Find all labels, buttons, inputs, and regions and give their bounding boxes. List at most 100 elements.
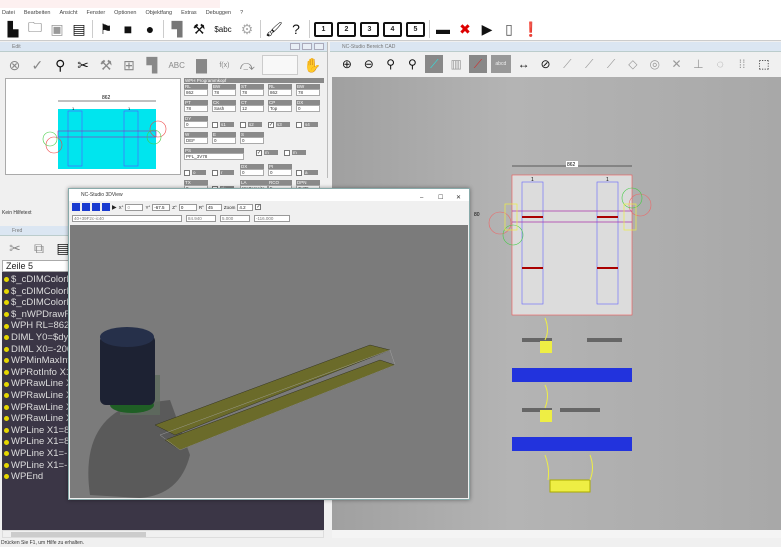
program-field[interactable]: 40+39F2c-ic40 [72,214,182,222]
checkbox[interactable] [184,170,190,176]
close-button[interactable] [314,43,324,50]
option-checkbox[interactable]: ✓ [255,204,262,210]
checkbox[interactable] [284,150,290,156]
snap-midpoint-icon[interactable]: ⟋ [580,55,598,73]
camera-icon[interactable]: ■ [119,20,137,38]
menu-objektfang[interactable]: Objektfang [145,10,172,16]
copy-icon[interactable]: ⧉ [30,239,48,257]
field-input[interactable]: 0 [296,105,320,112]
new-file-icon[interactable]: ▙ [4,20,22,38]
cancel-icon[interactable]: ⊗ [6,56,23,74]
save-icon[interactable]: ▣ [48,20,66,38]
bomb-icon[interactable]: ● [141,20,159,38]
zoom-out-icon[interactable]: ⊖ [360,55,378,73]
3d-box-icon[interactable]: ⬚ [755,55,773,73]
field-input[interactable]: 862 [184,89,208,96]
field-input[interactable]: 862 [268,89,292,96]
text-variable-button[interactable]: $abc [212,20,234,38]
snap-tangent-icon[interactable]: ◌ [711,55,729,73]
snap-perpendicular-icon[interactable]: ⊥ [689,55,707,73]
hand-stop-icon[interactable]: ✋ [304,56,321,74]
menu-fenster[interactable]: Fenster [87,10,106,16]
field-input[interactable]: Top [268,105,292,112]
view-mode-1-icon[interactable] [72,203,80,211]
play-icon[interactable]: ▶ [112,204,117,211]
cad-horizontal-scrollbar[interactable] [332,530,781,538]
snap-endpoint-icon[interactable]: ⟋ [558,55,576,73]
view-mode-4-icon[interactable] [102,203,110,211]
hammer-icon[interactable]: ⚒ [190,20,208,38]
zoom-input[interactable]: 4.2 [237,203,254,211]
monitor-2-button[interactable]: 2 [337,21,356,37]
gear-icon[interactable]: ⚙ [238,20,256,38]
help-icon[interactable]: ? [287,20,305,38]
snap-intersection-icon[interactable]: ⟋ [602,55,620,73]
checkbox[interactable] [296,122,302,128]
z-position-field[interactable]: -116.000 [254,214,290,222]
field-input[interactable]: 0 [240,137,264,144]
menu-bearbeiten[interactable]: Bearbeiten [24,10,51,16]
checkbox[interactable] [240,122,246,128]
open-folder-icon[interactable]: 🗀 [26,19,44,38]
function-button[interactable]: f(x) [216,56,233,74]
field-input[interactable]: 78 [184,105,208,112]
preview-canvas[interactable]: 862 1 1 [5,78,181,175]
checkbox[interactable] [212,170,218,176]
x-position-field[interactable]: 84.940 [186,214,216,222]
z-angle-input[interactable]: 0 [178,203,197,211]
circle-check-icon[interactable]: ⊘ [537,55,555,73]
field-input[interactable]: 78 [212,89,236,96]
field-input[interactable]: Sash [212,105,236,112]
maximize-button[interactable]: ☐ [438,192,448,201]
brush-icon[interactable]: 🖌 [265,20,283,38]
profile-icon[interactable]: ▜ [168,20,186,38]
snap-quadrant-icon[interactable]: ◇ [624,55,642,73]
checkbox[interactable]: ✓ [268,122,274,128]
menu-optionen[interactable]: Optionen [114,10,136,16]
3d-viewport[interactable] [70,225,468,498]
checkbox[interactable]: ✓ [256,150,262,156]
document-icon[interactable]: ▤ [70,20,88,38]
menu-debuggen[interactable]: Debuggen [206,10,231,16]
field-input[interactable]: 0 [212,137,236,144]
line-snap-icon[interactable]: ⟋ [425,55,444,73]
minimize-button[interactable] [290,43,300,50]
page-icon[interactable]: ▇ [193,56,210,74]
view-mode-2-icon[interactable] [82,203,90,211]
menu-extras[interactable]: Extras [181,10,197,16]
minimize-button[interactable]: – [420,192,430,201]
y-angle-input[interactable]: -67.5 [152,203,171,211]
r-angle-input[interactable]: 45 [205,203,222,211]
grid-icon[interactable]: ⊞ [121,56,138,74]
snap-center-icon[interactable]: ◎ [646,55,664,73]
zoom-all-icon[interactable]: ⚲ [404,55,422,73]
grid-snap-icon[interactable]: ⁞⁞ [733,55,751,73]
field-input[interactable]: 0 [240,169,264,176]
columns-icon[interactable]: ▥ [447,55,465,73]
message-icon[interactable]: ▬ [434,20,452,38]
field-input[interactable]: 78 [240,89,264,96]
field-input[interactable]: 78 [296,89,320,96]
edit-input-box[interactable] [261,55,298,75]
hammer-icon[interactable]: ⚒ [98,56,115,74]
field-input[interactable]: DEF [184,137,208,144]
field-input[interactable]: 0 [184,121,208,128]
menu-ansicht[interactable]: Ansicht [59,10,77,16]
menu-datei[interactable]: Datei [2,10,15,16]
scrollbar-thumb[interactable] [11,532,146,537]
monitor-3-button[interactable]: 3 [360,21,379,37]
menu-help[interactable]: ? [240,10,243,16]
text-abcd-button[interactable]: abcd [490,55,511,73]
monitor-5-button[interactable]: 5 [406,21,425,37]
flag-icon[interactable]: ⚑ [97,20,115,38]
x-angle-input[interactable]: 0 [125,203,144,211]
scissors-icon[interactable]: ✂ [6,239,24,257]
maximize-button[interactable] [302,43,312,50]
abc-button[interactable]: ABC [166,56,187,74]
check-icon[interactable]: ✓ [29,56,46,74]
alert-icon[interactable]: ❗ [522,20,540,38]
checkbox[interactable] [296,170,302,176]
step-icon[interactable]: ▯ [500,20,518,38]
monitor-1-button[interactable]: 1 [314,21,333,37]
y-position-field[interactable]: 5.000 [220,214,250,222]
